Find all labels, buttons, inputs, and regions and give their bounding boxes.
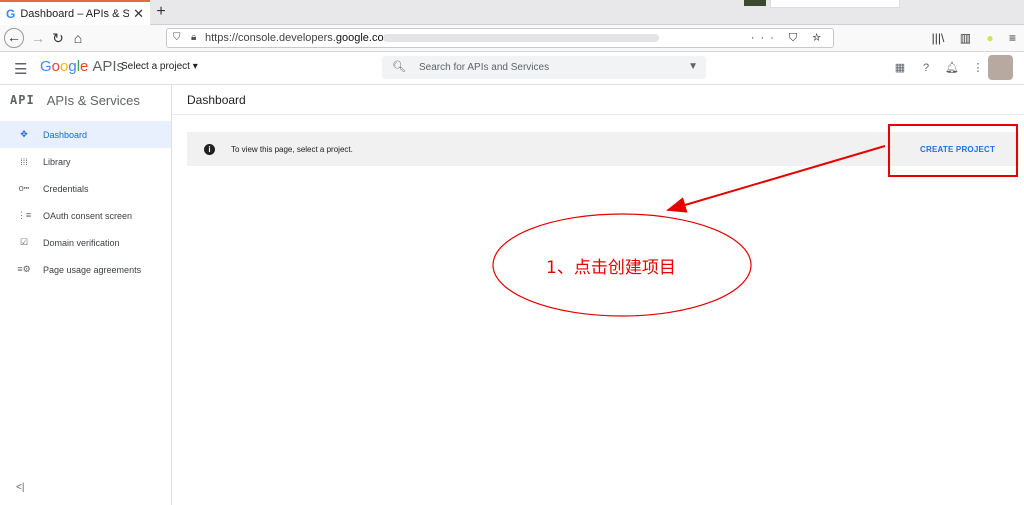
annotation-overlay — [492, 145, 886, 317]
annotation-text: 1、点击创建项目 — [546, 258, 676, 278]
annotation-arrow — [666, 145, 886, 213]
